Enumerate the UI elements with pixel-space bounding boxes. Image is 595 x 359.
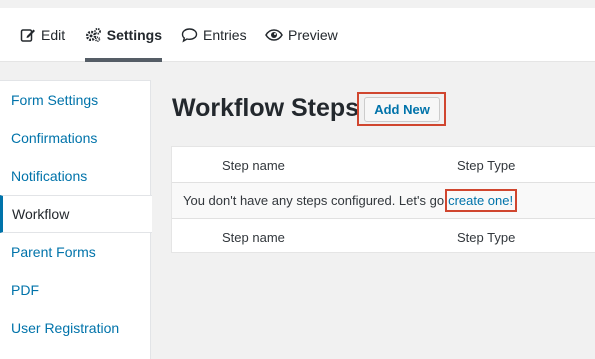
create-one-link-text: create one: [448, 193, 510, 208]
column-footer-step-name[interactable]: Step name: [222, 219, 285, 255]
gears-icon: [85, 27, 101, 42]
column-header-step-name[interactable]: Step name: [222, 147, 285, 183]
toolbar-preview[interactable]: Preview: [265, 8, 338, 62]
column-header-step-type[interactable]: Step Type: [457, 147, 515, 183]
toolbar-settings-label: Settings: [106, 27, 162, 43]
create-one-link[interactable]: create one!: [445, 189, 518, 212]
toolbar-settings[interactable]: Settings: [85, 8, 162, 62]
sidebar-item-label: PDF: [11, 282, 39, 298]
sidebar-item-label: User Registration: [11, 320, 120, 336]
table-header: Step name Step Type: [172, 147, 595, 183]
active-tab-underline: [85, 58, 162, 62]
comment-icon: [181, 28, 198, 43]
toolbar-entries-label: Entries: [203, 27, 247, 43]
column-footer-step-type[interactable]: Step Type: [457, 219, 515, 255]
toolbar-edit[interactable]: Edit: [20, 8, 65, 62]
eye-icon: [265, 29, 283, 41]
add-new-button[interactable]: Add New: [364, 97, 440, 122]
toolbar-preview-label: Preview: [288, 27, 338, 43]
toolbar-edit-label: Edit: [41, 27, 66, 43]
create-one-suffix: !: [509, 193, 514, 208]
sidebar-item-confirmations[interactable]: Confirmations: [0, 119, 151, 157]
sidebar-item-label: Confirmations: [11, 130, 98, 146]
top-strip: [0, 0, 595, 8]
sidebar-item-form-settings[interactable]: Form Settings: [0, 81, 151, 119]
sidebar-item-label: Workflow: [12, 206, 70, 222]
sidebar-item-workflow[interactable]: Workflow: [0, 195, 152, 233]
sidebar-item-user-registration[interactable]: User Registration: [0, 309, 151, 347]
sidebar-item-label: Notifications: [11, 168, 88, 184]
sidebar-item-label: Form Settings: [11, 92, 99, 108]
form-toolbar: Edit Settings Entries Preview: [0, 8, 595, 62]
edit-icon: [20, 29, 35, 42]
settings-sidebar: Form Settings Confirmations Notification…: [0, 80, 152, 359]
workflow-steps-table: Step name Step Type You don't have any s…: [171, 146, 595, 253]
page-title: Workflow Steps: [172, 94, 360, 122]
sidebar-item-notifications[interactable]: Notifications: [0, 157, 151, 195]
sidebar-item-pdf[interactable]: PDF: [0, 271, 151, 309]
empty-message: You don't have any steps configured. Let…: [183, 193, 445, 208]
sidebar-item-label: Parent Forms: [11, 244, 96, 260]
toolbar-entries[interactable]: Entries: [181, 8, 247, 62]
table-footer: Step name Step Type: [172, 218, 595, 254]
sidebar-item-parent-forms[interactable]: Parent Forms: [0, 233, 151, 271]
empty-steps-row: You don't have any steps configured. Let…: [172, 183, 595, 218]
